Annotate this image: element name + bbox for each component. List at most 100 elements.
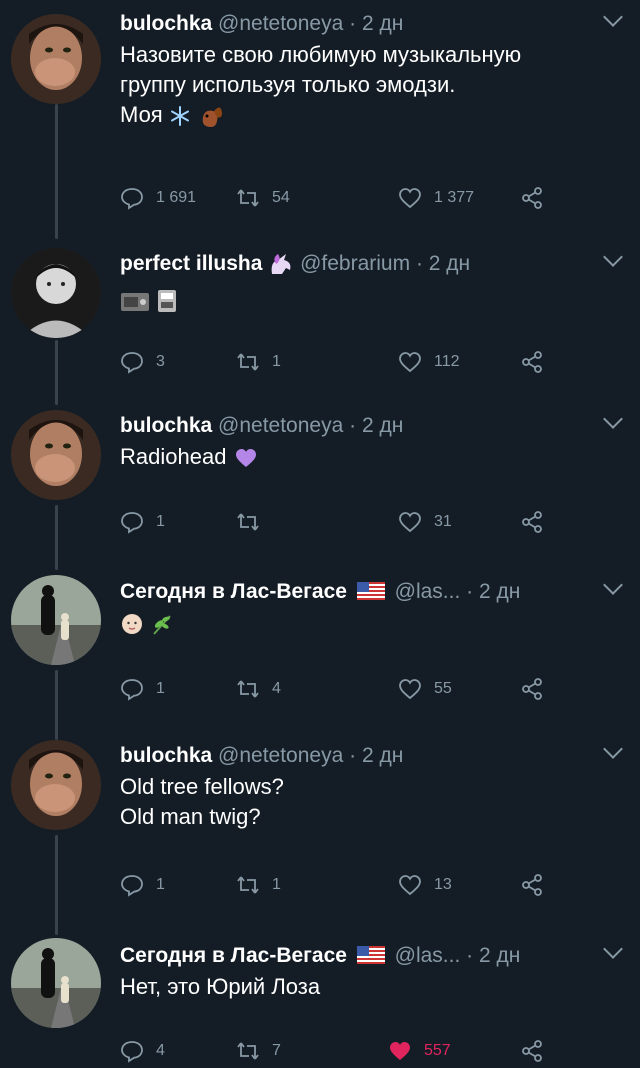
- avatar[interactable]: [11, 14, 101, 104]
- author-handle[interactable]: @netetoneya: [218, 12, 343, 35]
- author-name[interactable]: bulochka: [120, 744, 212, 767]
- baby-face-emoji-icon: [122, 614, 142, 635]
- thread-line: [55, 340, 58, 405]
- radio-emoji-icon: [121, 292, 149, 311]
- chevron-down-icon[interactable]: [603, 7, 623, 27]
- like-count: 13: [434, 876, 452, 893]
- retweet-icon: [237, 353, 259, 371]
- retweet-button[interactable]: [236, 507, 272, 537]
- retweet-button[interactable]: 7: [236, 1036, 281, 1066]
- reply-count: 1: [156, 876, 165, 893]
- tweet-actions: 1 1 13: [120, 870, 570, 900]
- heart-icon: [399, 512, 421, 533]
- like-count: 1 377: [434, 189, 475, 206]
- share-icon: [522, 1040, 542, 1062]
- like-button[interactable]: 13: [398, 870, 452, 900]
- share-button[interactable]: [520, 870, 556, 900]
- avatar[interactable]: [11, 575, 101, 665]
- author-name[interactable]: bulochka: [120, 414, 212, 437]
- tweet-text: Нет, это Юрий Лоза: [120, 972, 620, 1002]
- tweet-actions: 1 31: [120, 507, 570, 537]
- herb-emoji-icon: [153, 615, 171, 635]
- tweet-header: Сегодня в Лас-Вегасе @las... · 2 дн: [120, 575, 623, 604]
- retweet-icon: [237, 189, 259, 207]
- us-flag-emoji-icon: [356, 946, 385, 964]
- reply-count: 3: [156, 353, 165, 370]
- timestamp[interactable]: · 2 дн: [416, 252, 470, 275]
- reply-button[interactable]: 4: [120, 1036, 165, 1066]
- unicorn-emoji-icon: [271, 254, 291, 275]
- reply-button[interactable]: 1: [120, 507, 165, 537]
- share-button[interactable]: [520, 674, 556, 704]
- chevron-down-icon[interactable]: [603, 575, 623, 595]
- tweet-text-line: Моя: [120, 100, 620, 130]
- retweet-button[interactable]: 4: [236, 674, 281, 704]
- author-handle[interactable]: @las...: [395, 580, 461, 603]
- tweet-text-line: Radiohead: [120, 444, 227, 469]
- like-button[interactable]: 1 377: [398, 183, 474, 213]
- like-count: 112: [434, 353, 460, 370]
- tweet-text-line: Old tree fellows?: [120, 774, 284, 799]
- tweet-text-line: Old man twig?: [120, 804, 261, 829]
- avatar[interactable]: [11, 938, 101, 1028]
- share-button[interactable]: [520, 507, 556, 537]
- tweet-header: Сегодня в Лас-Вегасе @las... · 2 дн: [120, 939, 623, 968]
- chevron-down-icon[interactable]: [603, 939, 623, 959]
- timestamp[interactable]: · 2 дн: [349, 414, 403, 437]
- tweet-actions: 1 691 54 1 377: [120, 183, 570, 213]
- fax-emoji-icon: [158, 289, 177, 312]
- tweet-header: bulochka @netetoneya · 2 дн: [120, 739, 623, 768]
- author-name[interactable]: bulochka: [120, 12, 212, 35]
- like-button[interactable]: 557: [388, 1036, 451, 1066]
- share-button[interactable]: [520, 183, 556, 213]
- timestamp[interactable]: · 2 дн: [466, 580, 520, 603]
- retweet-icon: [237, 680, 259, 698]
- retweet-icon: [237, 876, 259, 894]
- author-name[interactable]: perfect illusha: [120, 252, 262, 275]
- reply-button[interactable]: 3: [120, 347, 165, 377]
- share-icon: [522, 874, 542, 896]
- author-handle[interactable]: @netetoneya: [218, 414, 343, 437]
- chevron-down-icon[interactable]: [603, 739, 623, 759]
- timestamp[interactable]: · 2 дн: [349, 12, 403, 35]
- squirrel-emoji-icon: [202, 107, 222, 128]
- like-button[interactable]: 31: [398, 507, 452, 537]
- tweet-actions: 1 4 55: [120, 674, 570, 704]
- heart-icon: [399, 875, 421, 896]
- author-name[interactable]: Сегодня в Лас-Вегасе: [120, 944, 347, 967]
- reply-button[interactable]: 1: [120, 870, 165, 900]
- thread-line: [55, 505, 58, 570]
- reply-icon: [121, 1041, 143, 1063]
- tweet-header: perfect illusha @febrarium · 2 дн: [120, 247, 623, 276]
- avatar[interactable]: [11, 248, 101, 338]
- avatar[interactable]: [11, 740, 101, 830]
- tweet-text: Radiohead: [120, 442, 620, 472]
- retweet-icon: [237, 513, 259, 531]
- retweet-icon: [237, 1042, 259, 1060]
- reply-button[interactable]: 1: [120, 674, 165, 704]
- reply-icon: [121, 188, 143, 210]
- author-name[interactable]: Сегодня в Лас-Вегасе: [120, 580, 347, 603]
- author-handle[interactable]: @netetoneya: [218, 744, 343, 767]
- chevron-down-icon[interactable]: [603, 247, 623, 267]
- author-handle[interactable]: @febrarium: [300, 252, 410, 275]
- like-button[interactable]: 112: [398, 347, 460, 377]
- author-handle[interactable]: @las...: [395, 944, 461, 967]
- timestamp[interactable]: · 2 дн: [466, 944, 520, 967]
- share-icon: [522, 187, 542, 209]
- share-icon: [522, 511, 542, 533]
- like-button[interactable]: 55: [398, 674, 452, 704]
- chevron-down-icon[interactable]: [603, 409, 623, 429]
- timestamp[interactable]: · 2 дн: [349, 744, 403, 767]
- retweet-button[interactable]: 1: [236, 870, 281, 900]
- retweet-button[interactable]: 1: [236, 347, 281, 377]
- avatar[interactable]: [11, 410, 101, 500]
- reply-button[interactable]: 1 691: [120, 183, 196, 213]
- share-button[interactable]: [520, 347, 556, 377]
- retweet-button[interactable]: 54: [236, 183, 290, 213]
- share-icon: [522, 351, 542, 373]
- share-icon: [522, 678, 542, 700]
- share-button[interactable]: [520, 1036, 556, 1066]
- tweet-text-line: группу используя только эмодзи.: [120, 72, 456, 97]
- tweet-text: Old tree fellows? Old man twig?: [120, 772, 620, 832]
